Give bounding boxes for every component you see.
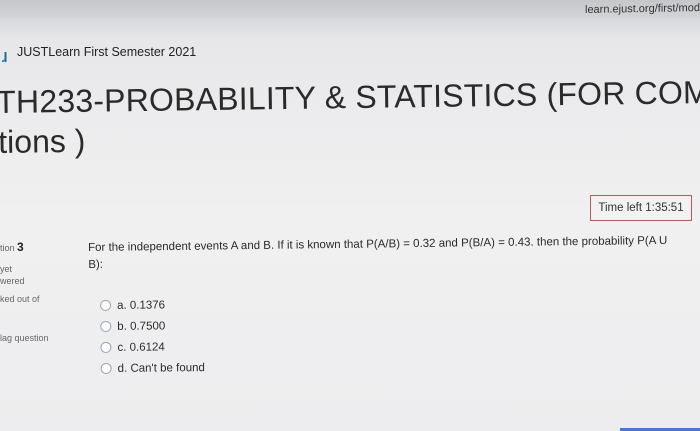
site-header: ɺ JUSTLearn First Semester 2021: [0, 40, 700, 70]
question-status: yet wered: [0, 263, 25, 287]
answer-options: a. 0.1376 b. 0.7500 c. 0.6124 d. Can't b…: [100, 294, 205, 379]
option-label[interactable]: b. 0.7500: [117, 320, 165, 332]
radio-button[interactable]: [100, 362, 112, 374]
course-title-continuation: tions ): [0, 122, 86, 160]
question-text: For the independent events A and B. If i…: [88, 234, 668, 271]
marks-text: ked out of: [0, 294, 40, 304]
option-label[interactable]: a. 0.1376: [117, 299, 165, 311]
browser-address-bar[interactable]: learn.ejust.org/first/mod: [0, 0, 700, 18]
time-left-badge: Time left 1:35:51: [590, 195, 692, 221]
justlearn-logo-icon[interactable]: ɺ: [2, 50, 16, 64]
status-line-2: wered: [0, 276, 25, 286]
radio-button[interactable]: [100, 320, 112, 332]
option-c[interactable]: c. 0.6124: [100, 336, 204, 358]
status-line-1: yet: [0, 264, 13, 274]
radio-button[interactable]: [100, 341, 112, 353]
screen: learn.ejust.org/first/mod ɺ JUSTLearn Fi…: [0, 0, 700, 431]
question-number-row: tion 3: [0, 240, 24, 254]
option-a[interactable]: a. 0.1376: [100, 294, 204, 316]
site-name[interactable]: JUSTLearn First Semester 2021: [17, 45, 196, 59]
url-text[interactable]: learn.ejust.org/first/mod: [585, 2, 700, 16]
flag-question-link[interactable]: lag question: [0, 333, 49, 343]
radio-button[interactable]: [100, 299, 112, 311]
course-title: TH233-PROBABILITY & STATISTICS (FOR COMP…: [0, 72, 700, 120]
question-number: 3: [17, 240, 24, 254]
option-label[interactable]: c. 0.6124: [117, 341, 164, 353]
option-b[interactable]: b. 0.7500: [100, 315, 204, 337]
option-label[interactable]: d. Can't be found: [118, 362, 205, 375]
option-d[interactable]: d. Can't be found: [100, 357, 205, 379]
question-label: tion: [0, 243, 15, 253]
